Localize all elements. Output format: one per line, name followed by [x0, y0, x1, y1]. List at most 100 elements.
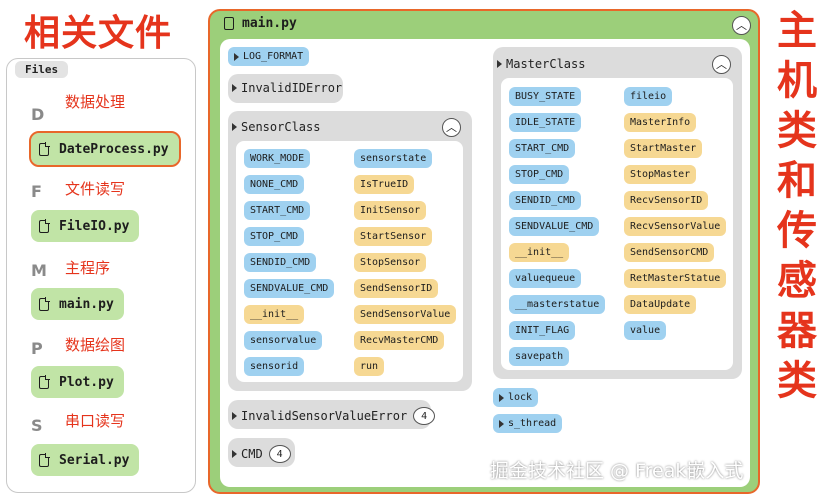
file-icon [224, 17, 234, 30]
master-member[interactable]: SENDVALUE_CMD [509, 217, 600, 236]
expand-triangle-icon [234, 52, 239, 61]
master-member[interactable]: DataUpdate [624, 295, 697, 314]
expand-triangle-icon [232, 123, 237, 131]
file-icon [39, 296, 50, 311]
cmd-class[interactable]: CMD 4 [228, 438, 295, 467]
collapse-master-class-button[interactable]: ︿ [712, 55, 731, 74]
title-char: 和 [777, 158, 817, 204]
chevron-up-icon: ︿ [446, 121, 457, 134]
master-member[interactable]: SENDID_CMD [509, 191, 582, 210]
sensor-member[interactable]: sensorstate [354, 149, 433, 168]
group-label: 数据处理 [65, 93, 126, 111]
sensor-member[interactable]: STOP_CMD [244, 227, 305, 246]
file-icon [39, 141, 50, 156]
sensor-member[interactable]: NONE_CMD [244, 175, 305, 194]
master-member[interactable]: StopMaster [624, 165, 697, 184]
master-member[interactable]: valuequeue [509, 269, 582, 288]
master-member[interactable]: MasterInfo [624, 113, 697, 132]
expand-triangle-icon [232, 412, 237, 420]
title-char: 机 [777, 58, 817, 104]
master-member[interactable]: SendSensorCMD [624, 243, 715, 262]
watermark: 掘金技术社区 @ Freak嵌入式 [490, 460, 744, 482]
master-member[interactable]: RetMasterStatue [624, 269, 727, 288]
title-char: 主 [777, 8, 817, 54]
expand-triangle-icon [499, 393, 504, 402]
sensor-member[interactable]: sensorvalue [244, 331, 323, 350]
sensor-member[interactable]: WORK_MODE [244, 149, 311, 168]
file-item-dateprocess[interactable]: DateProcess.py [29, 131, 181, 167]
master-member[interactable]: RecvSensorValue [624, 217, 727, 236]
title-char: 传 [777, 208, 817, 254]
sensor-member[interactable]: run [354, 357, 385, 376]
s-thread-item[interactable]: s_thread [493, 414, 563, 433]
title-char: 器 [777, 308, 817, 354]
file-item-plot[interactable]: Plot.py [31, 366, 124, 398]
sensor-member[interactable]: InitSensor [354, 201, 427, 220]
class-title: SensorClass [241, 120, 321, 134]
master-member[interactable]: IDLE_STATE [509, 113, 582, 132]
group-label: 串口读写 [65, 412, 126, 430]
sensor-class-header[interactable]: SensorClass [232, 120, 320, 134]
class-title: InvalidIDError [241, 81, 343, 95]
file-icon [39, 218, 50, 233]
master-member[interactable]: value [624, 321, 667, 340]
master-class-box: MasterClass ︿ BUSY_STATE IDLE_STATE STAR… [493, 47, 742, 379]
file-item-serial[interactable]: Serial.py [31, 444, 140, 476]
file-name: Plot.py [59, 374, 114, 390]
related-files-title: 相关文件 [24, 13, 173, 54]
file-item-main[interactable]: main.py [31, 288, 124, 320]
master-member[interactable]: RecvSensorID [624, 191, 709, 210]
invalid-sensor-value-error-class[interactable]: InvalidSensorValueError 4 [228, 400, 436, 429]
sensor-member[interactable]: sensorid [244, 357, 305, 376]
sensor-member[interactable]: SendSensorID [354, 279, 439, 298]
sensor-member[interactable]: RecvMasterCMD [354, 331, 445, 350]
file-name: main.py [59, 296, 114, 312]
group-letter: P [31, 339, 43, 358]
files-panel: Files D 数据处理 DateProcess.py F 文件读写 FileI… [6, 58, 196, 493]
master-member[interactable]: StartMaster [624, 139, 703, 158]
log-format-item[interactable]: LOG_FORMAT [228, 47, 310, 66]
master-member[interactable]: savepath [509, 347, 570, 366]
collapse-main-button[interactable]: ︿ [732, 16, 751, 35]
group-letter: F [31, 182, 42, 201]
class-title: MasterClass [506, 57, 586, 71]
master-member[interactable]: fileio [624, 87, 673, 106]
class-title: InvalidSensorValueError [241, 409, 408, 423]
master-member[interactable]: __masterstatue [509, 295, 606, 314]
master-member[interactable]: STOP_CMD [509, 165, 570, 184]
master-member[interactable]: INIT_FLAG [509, 321, 576, 340]
file-name: FileIO.py [59, 218, 130, 234]
file-item-fileio[interactable]: FileIO.py [31, 210, 140, 242]
expand-triangle-icon [232, 450, 237, 458]
sensor-member[interactable]: START_CMD [244, 201, 311, 220]
item-label: lock [508, 392, 533, 403]
sensor-member[interactable]: StartSensor [354, 227, 433, 246]
collapse-sensor-class-button[interactable]: ︿ [442, 118, 461, 137]
files-tab[interactable]: Files [15, 61, 69, 78]
sensor-member[interactable]: SENDID_CMD [244, 253, 317, 272]
invalid-id-error-class[interactable]: InvalidIDError [228, 74, 343, 103]
master-member[interactable]: START_CMD [509, 139, 576, 158]
sensor-member[interactable]: IsTrueID [354, 175, 415, 194]
member-count-badge: 4 [413, 407, 436, 425]
main-module-title: main.py [242, 16, 297, 31]
file-name: Serial.py [59, 452, 130, 468]
group-letter: D [31, 105, 45, 124]
sensor-class-members: WORK_MODE NONE_CMD START_CMD STOP_CMD SE… [236, 141, 463, 382]
group-letter: S [31, 416, 43, 435]
sensor-member[interactable]: SENDVALUE_CMD [244, 279, 335, 298]
lock-item[interactable]: lock [493, 388, 539, 407]
master-member[interactable]: BUSY_STATE [509, 87, 582, 106]
chevron-up-icon: ︿ [736, 19, 747, 32]
master-class-header[interactable]: MasterClass [497, 57, 585, 71]
sensor-member[interactable]: SendSensorValue [354, 305, 457, 324]
master-member[interactable]: __init__ [509, 243, 570, 262]
title-char: 类 [777, 358, 817, 404]
sensor-class-box: SensorClass ︿ WORK_MODE NONE_CMD START_C… [228, 111, 472, 391]
sensor-member[interactable]: StopSensor [354, 253, 427, 272]
member-count-badge: 4 [268, 445, 291, 463]
group-label: 主程序 [65, 259, 111, 277]
item-label: LOG_FORMAT [243, 51, 304, 62]
sensor-member[interactable]: __init__ [244, 305, 305, 324]
expand-triangle-icon [497, 60, 502, 68]
